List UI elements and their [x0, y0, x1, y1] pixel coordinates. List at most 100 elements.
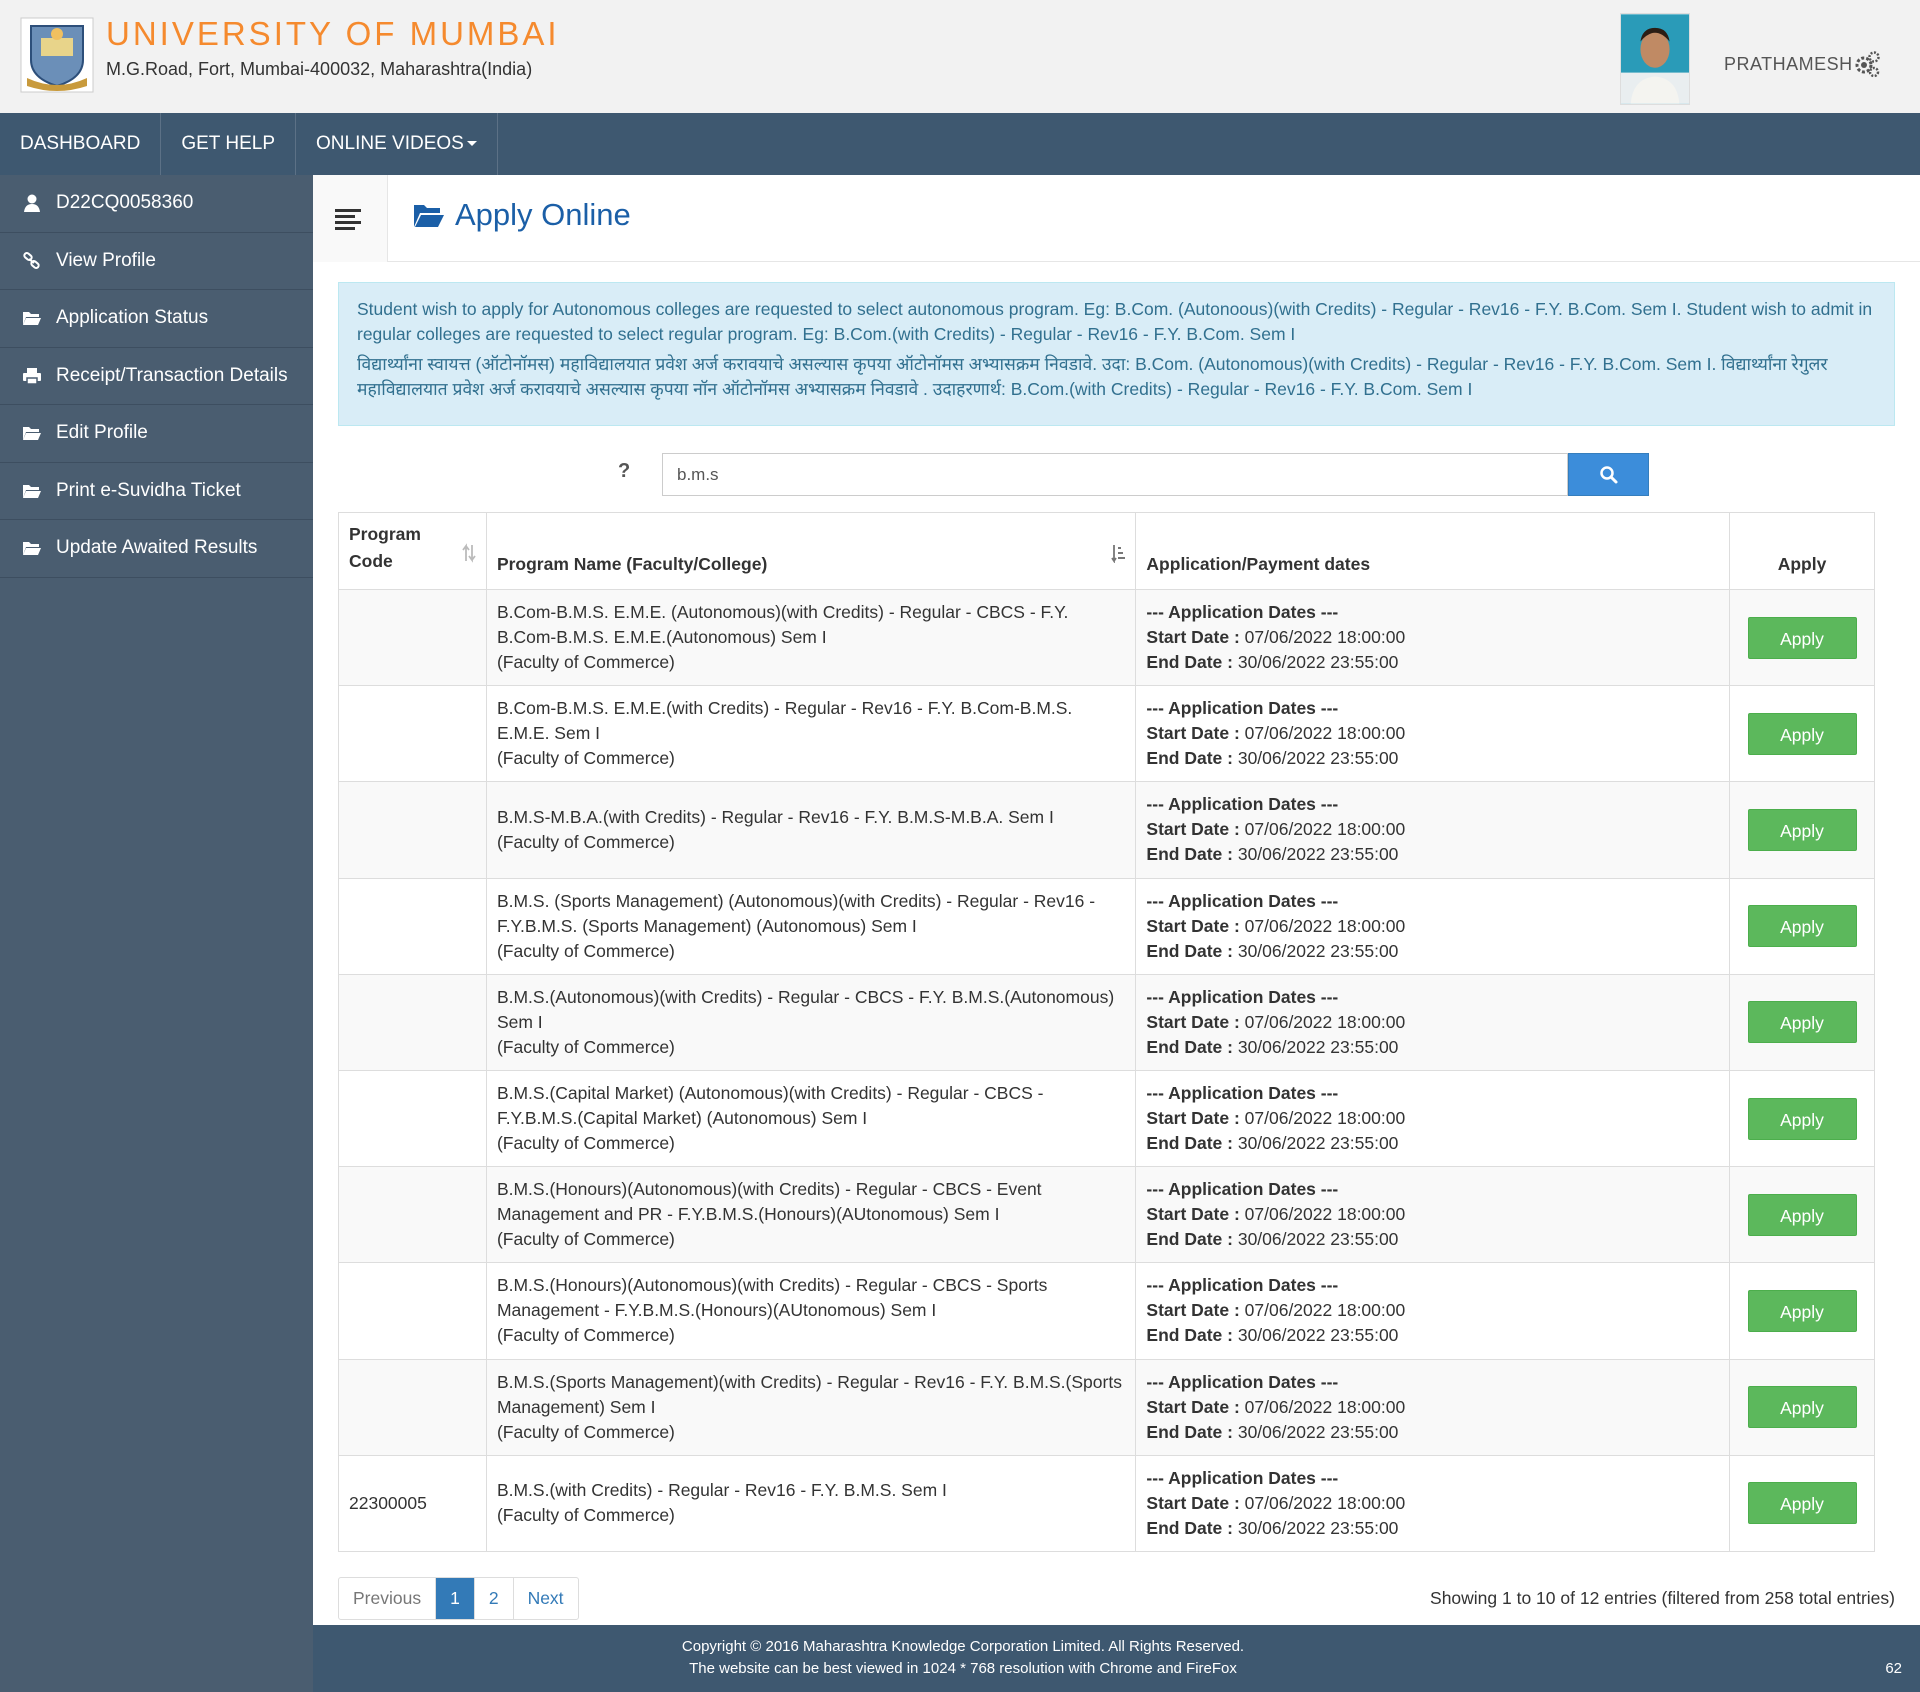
top-nav: DASHBOARD GET HELP ONLINE VIDEOS [0, 113, 1920, 175]
start-date-line: Start Date : 07/06/2022 18:00:00 [1146, 1202, 1719, 1227]
end-date-label: End Date : [1146, 652, 1233, 673]
table-row: B.M.S.(Honours)(Autonomous)(with Credits… [338, 1166, 1875, 1264]
start-date-label: Start Date : [1146, 1300, 1240, 1321]
dates-heading: --- Application Dates --- [1146, 1275, 1339, 1296]
program-code [338, 877, 487, 975]
program-code [338, 1166, 487, 1264]
end-date-label: End Date : [1146, 1421, 1233, 1442]
start-date-value: 07/06/2022 18:00:00 [1244, 1396, 1406, 1417]
end-date-line: End Date : 30/06/2022 23:55:00 [1146, 1420, 1719, 1445]
sidebar-item-application-status[interactable]: Application Status [0, 290, 313, 348]
sidebar-item-view-profile[interactable]: View Profile [0, 233, 313, 290]
menu-toggle-button[interactable] [313, 175, 388, 262]
program-name-cell: B.M.S-M.B.A.(with Credits) - Regular - R… [485, 781, 1137, 879]
sidebar-item-label: Print e-Suvidha Ticket [56, 479, 241, 501]
dates-cell: --- Application Dates --- Start Date : 07… [1135, 1262, 1730, 1360]
search-button[interactable] [1568, 453, 1649, 496]
apply-button[interactable]: Apply [1747, 1193, 1857, 1236]
gear-icon[interactable] [1853, 50, 1881, 78]
sidebar-item-label: Edit Profile [56, 422, 148, 444]
pagination: Previous 1 2 Next [338, 1577, 579, 1620]
sidebar-item-label: Application Status [56, 307, 209, 329]
start-date-value: 07/06/2022 18:00:00 [1244, 1011, 1406, 1032]
nav-get-help[interactable]: GET HELP [161, 113, 296, 175]
caret-down-icon [466, 141, 477, 147]
program-name-cell: B.M.S.(Sports Management)(with Credits) … [485, 1358, 1137, 1456]
dates-heading: --- Application Dates --- [1146, 602, 1339, 623]
start-date-line: Start Date : 07/06/2022 18:00:00 [1146, 1395, 1719, 1420]
start-date-value: 07/06/2022 18:00:00 [1244, 1204, 1406, 1225]
hamburger-icon [335, 209, 361, 230]
sidebar-item-student-id[interactable]: D22CQ0058360 [0, 175, 313, 233]
footer-copyright: Copyright © 2016 Maharashtra Knowledge C… [681, 1638, 1245, 1655]
apply-button[interactable]: Apply [1747, 1289, 1857, 1332]
apply-cell: Apply [1729, 1454, 1875, 1552]
search-input[interactable] [662, 453, 1568, 496]
program-code [338, 973, 487, 1071]
start-date-line: Start Date : 07/06/2022 18:00:00 [1146, 721, 1719, 746]
user-name[interactable]: PRATHAMESH [1724, 54, 1853, 75]
page-header: Apply Online [313, 175, 1920, 262]
program-code [338, 588, 487, 687]
apply-button[interactable]: Apply [1747, 712, 1857, 755]
apply-button[interactable]: Apply [1747, 1001, 1857, 1044]
end-date-line: End Date : 30/06/2022 23:55:00 [1146, 1227, 1719, 1252]
apply-button[interactable]: Apply [1747, 1482, 1857, 1525]
sidebar-item-label: Update Awaited Results [56, 537, 258, 559]
end-date-value: 30/06/2022 23:55:00 [1237, 748, 1399, 769]
apply-button[interactable]: Apply [1747, 616, 1857, 659]
end-date-label: End Date : [1146, 1036, 1233, 1057]
col-header-label: Program Name (Faculty/College) [496, 554, 768, 574]
folder-open-icon [23, 542, 41, 556]
dates-heading: --- Application Dates --- [1146, 698, 1339, 719]
program-code [338, 1069, 487, 1168]
nav-online-videos[interactable]: ONLINE VIDEOS [296, 113, 498, 175]
col-header-program-code[interactable]: Program Code [338, 512, 487, 590]
dates-heading: --- Application Dates --- [1146, 1371, 1339, 1392]
table-row: B.Com-B.M.S. E.M.E.(with Credits) - Regu… [338, 685, 1875, 783]
pagination-previous[interactable]: Previous [339, 1578, 437, 1619]
pagination-page-1[interactable]: 1 [436, 1578, 475, 1619]
program-faculty: (Faculty of Commerce) [496, 940, 675, 961]
start-date-value: 07/06/2022 18:00:00 [1244, 1492, 1406, 1513]
start-date-line: Start Date : 07/06/2022 18:00:00 [1146, 625, 1719, 650]
avatar[interactable] [1620, 13, 1690, 105]
sidebar: D22CQ0058360 View Profile Application St… [0, 175, 313, 1692]
sidebar-item-label: D22CQ0058360 [56, 192, 194, 214]
program-faculty: (Faculty of Commerce) [496, 1133, 675, 1154]
table-row: B.M.S. (Sports Management) (Autonomous)(… [338, 877, 1875, 975]
apply-button[interactable]: Apply [1747, 905, 1857, 948]
start-date-label: Start Date : [1146, 819, 1240, 840]
program-name: B.M.S.(Honours)(Autonomous)(with Credits… [496, 1275, 1048, 1321]
apply-button[interactable]: Apply [1747, 1097, 1857, 1140]
apply-cell: Apply [1729, 1262, 1875, 1360]
sidebar-item-receipt[interactable]: Receipt/Transaction Details [0, 348, 313, 405]
pagination-page-2[interactable]: 2 [475, 1578, 514, 1619]
program-faculty: (Faculty of Commerce) [496, 831, 675, 852]
apply-button[interactable]: Apply [1747, 1386, 1857, 1429]
start-date-label: Start Date : [1146, 1396, 1240, 1417]
program-name: B.M.S.(Capital Market) (Autonomous)(with… [496, 1083, 1044, 1129]
pagination-next[interactable]: Next [514, 1578, 578, 1619]
help-question-mark[interactable]: ? [618, 460, 630, 483]
print-icon [23, 367, 41, 385]
col-header-program-name[interactable]: Program Name (Faculty/College) [485, 512, 1137, 590]
nav-dashboard[interactable]: DASHBOARD [0, 113, 162, 175]
end-date-line: End Date : 30/06/2022 23:55:00 [1146, 1131, 1719, 1156]
sidebar-item-edit-profile[interactable]: Edit Profile [0, 405, 313, 463]
sort-icon [462, 543, 476, 563]
apply-cell: Apply [1729, 588, 1875, 687]
apply-button[interactable]: Apply [1747, 808, 1857, 851]
sidebar-item-print-ticket[interactable]: Print e-Suvidha Ticket [0, 463, 313, 520]
university-logo [20, 17, 94, 93]
dates-heading: --- Application Dates --- [1146, 890, 1339, 911]
sidebar-item-update-results[interactable]: Update Awaited Results [0, 520, 313, 578]
apply-cell: Apply [1729, 1358, 1875, 1456]
program-name-cell: B.M.S.(Capital Market) (Autonomous)(with… [485, 1069, 1137, 1168]
col-header-dates: Application/Payment dates [1135, 512, 1730, 590]
program-code [338, 1262, 487, 1360]
site-header: UNIVERSITY OF MUMBAI M.G.Road, Fort, Mum… [0, 0, 1920, 113]
program-faculty: (Faculty of Commerce) [496, 748, 675, 769]
folder-open-icon [414, 205, 444, 227]
alert-text-marathi: विद्यार्थ्यांना स्वायत्त (ऑटोनॉमस) महावि… [357, 354, 1828, 399]
